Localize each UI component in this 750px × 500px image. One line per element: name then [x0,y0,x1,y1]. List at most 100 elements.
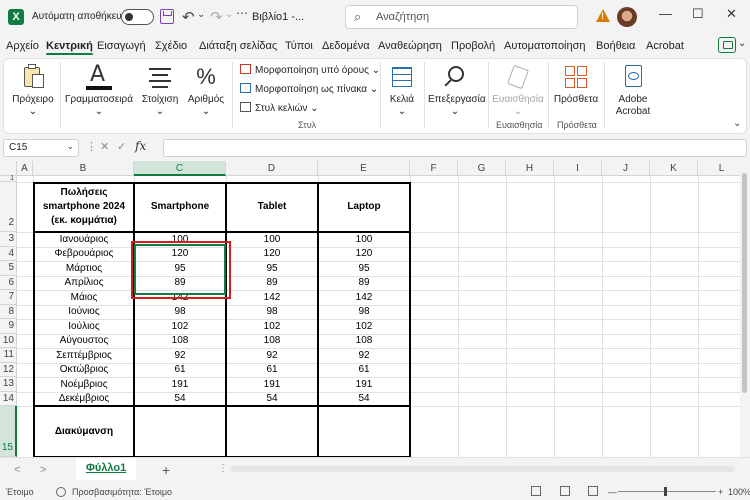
formula-enter-icon[interactable]: ✓ [117,140,126,153]
tab-data[interactable]: Δεδομένα [322,40,370,52]
sheet-tabs-more-icon[interactable]: ⋮ [218,463,228,474]
vertical-scrollbar[interactable] [740,161,750,457]
cell-tablet[interactable]: 120 [227,247,317,261]
cell-month[interactable]: Σεπτέμβριος [35,349,133,363]
tab-review[interactable]: Αναθεώρηση [378,40,442,52]
column-header-i[interactable]: I [554,161,602,176]
tab-acrobat[interactable]: Acrobat [646,40,684,52]
autosave-toggle[interactable] [121,9,154,25]
tab-formulas[interactable]: Τύποι [285,40,313,52]
row-header-8[interactable]: 8 [0,304,17,319]
redo-icon[interactable]: ↷ [210,8,223,26]
column-header-e[interactable]: E [318,161,410,176]
cell-tablet[interactable]: 92 [227,349,317,363]
document-title[interactable]: Βιβλίο1 -... [252,11,304,23]
row-header-7[interactable]: 7 [0,290,17,305]
cell-laptop[interactable]: 102 [319,320,409,334]
cell-tablet[interactable]: 61 [227,363,317,377]
cell-laptop[interactable]: 54 [319,392,409,406]
cell-laptop[interactable]: 89 [319,276,409,290]
cell-laptop[interactable]: 98 [319,305,409,319]
tab-automate[interactable]: Αυτοματοποίηση [504,40,586,52]
cell-month[interactable]: Νοέμβριος [35,378,133,392]
cell-month[interactable]: Ιούνιος [35,305,133,319]
name-box[interactable]: C15 ⌄ [3,139,79,157]
formula-input[interactable] [163,139,747,157]
avatar[interactable] [617,7,637,27]
formula-bar-more-icon[interactable]: ⋮ [86,140,97,153]
column-header-c[interactable]: C [134,161,226,176]
normal-view-icon[interactable] [531,486,541,496]
editing-button[interactable]: Επεξεργασία ⌄ [428,64,486,118]
cell-smartphone[interactable]: 54 [135,392,225,406]
cell-tablet[interactable]: 102 [227,320,317,334]
column-header-d[interactable]: D [226,161,318,176]
format-as-table-button[interactable]: Μορφοποίηση ως πίνακα ⌄ [240,83,378,95]
zoom-level[interactable]: 100% [728,487,750,497]
cell-month[interactable]: Απρίλιος [35,276,133,290]
column-header-a[interactable]: A [17,161,33,176]
header-tablet-cell[interactable]: Tablet [227,183,317,231]
row-header-10[interactable]: 10 [0,333,17,348]
cell-laptop[interactable]: 95 [319,262,409,276]
worksheet-grid[interactable]: A B C D E F G H I J K L 1 2 3 4 5 6 7 8 … [0,161,740,457]
cell-smartphone[interactable]: 61 [135,363,225,377]
column-header-h[interactable]: H [506,161,554,176]
column-header-b[interactable]: B [33,161,134,176]
column-header-j[interactable]: J [602,161,650,176]
cell-tablet[interactable]: 54 [227,392,317,406]
column-header-k[interactable]: K [650,161,698,176]
cell-month[interactable]: Δεκέμβριος [35,392,133,406]
row-header-9[interactable]: 9 [0,319,17,334]
variance-label-cell[interactable]: Διακύμανση [35,407,133,456]
minimize-icon[interactable]: — [659,6,672,21]
comments-button[interactable] [718,37,736,53]
cell-smartphone[interactable]: 108 [135,334,225,348]
header-laptop-cell[interactable]: Laptop [319,183,409,231]
quick-access-more-icon[interactable]: ⋯ [236,6,248,20]
clipboard-button[interactable]: Πρόχειρο ⌄ [12,64,54,118]
save-icon[interactable] [160,9,174,24]
add-sheet-button[interactable]: + [162,462,170,478]
tab-file[interactable]: Αρχείο [6,40,39,52]
zoom-out-icon[interactable]: — [608,487,617,497]
number-button[interactable]: % Αριθμός ⌄ [186,64,226,118]
cell-laptop[interactable]: 120 [319,247,409,261]
header-product-cell[interactable]: Πωλήσεις smartphone 2024 (εκ. κομμάτια) [35,183,133,231]
cells-button[interactable]: Κελιά ⌄ [386,64,418,118]
row-header-11[interactable]: 11 [0,348,17,363]
tab-page-layout[interactable]: Διάταξη σελίδας [199,40,277,52]
cell-month[interactable]: Οκτώβριος [35,363,133,377]
cell-month[interactable]: Μάρτιος [35,262,133,276]
adobe-acrobat-button[interactable]: Adobe Acrobat [608,64,658,118]
row-header-13[interactable]: 13 [0,377,17,392]
row-header-5[interactable]: 5 [0,261,17,276]
select-all-corner[interactable] [0,161,17,176]
alignment-button[interactable]: Στοίχιση ⌄ [140,64,180,118]
row-header-2[interactable]: 2 [0,182,17,232]
cell-laptop[interactable]: 108 [319,334,409,348]
undo-dropdown-icon[interactable]: ⌄ [197,9,205,20]
row-header-15[interactable]: 15 [0,406,17,457]
cell-tablet[interactable]: 95 [227,262,317,276]
sensitivity-button[interactable]: Ευαισθησία ⌄ [492,64,544,118]
zoom-slider-thumb[interactable] [664,487,667,496]
sheet-tab-1[interactable]: Φύλλο1 [76,458,136,480]
undo-icon[interactable]: ↶ [182,8,195,26]
warning-icon[interactable] [596,9,610,22]
cell-tablet[interactable]: 89 [227,276,317,290]
next-sheet-icon[interactable]: > [40,464,46,476]
maximize-icon[interactable]: ☐ [692,6,704,22]
search-input[interactable]: ⌕ Αναζήτηση [345,5,578,29]
horizontal-scrollbar[interactable] [230,466,735,472]
name-box-dropdown-icon[interactable]: ⌄ [66,141,74,152]
tab-home[interactable]: Κεντρική [46,40,93,55]
tab-view[interactable]: Προβολή [451,40,495,52]
cell-month[interactable]: Ιούλιος [35,320,133,334]
tab-help[interactable]: Βοήθεια [596,40,635,52]
tab-insert[interactable]: Εισαγωγή [97,40,146,52]
cell-smartphone[interactable]: 98 [135,305,225,319]
cell-laptop[interactable]: 142 [319,291,409,305]
cell-tablet[interactable]: 98 [227,305,317,319]
cell-laptop[interactable]: 191 [319,378,409,392]
